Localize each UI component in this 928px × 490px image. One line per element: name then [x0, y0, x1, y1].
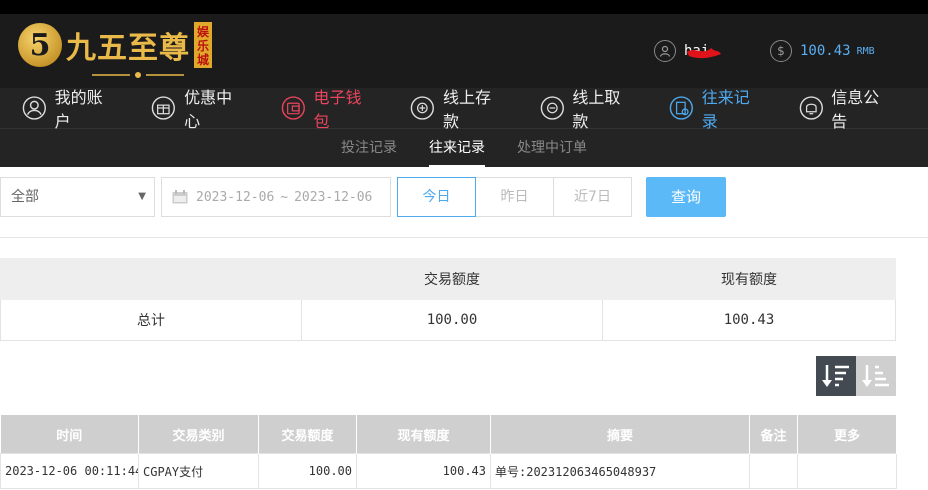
site-header: 5 九五至尊 娱 乐 城 hai $ 100.43 RMB [0, 14, 928, 88]
balance-currency: RMB [856, 45, 875, 57]
cell-balance: 100.43 [356, 453, 491, 489]
sort-descending-button[interactable] [816, 356, 856, 396]
summary-header-amount: 交易额度 [301, 258, 603, 300]
date-start: 2023-12-06 [196, 189, 275, 205]
range-yesterday-button[interactable]: 昨日 [475, 177, 554, 217]
table-row: 2023-12-06 00:11:44 CGPAY支付 100.00 100.4… [0, 453, 897, 489]
col-amount: 交易额度 [258, 415, 357, 454]
cell-note [749, 453, 798, 489]
tab-transaction-records[interactable]: 往来记录 [429, 129, 485, 167]
logo-emblem: 5 [18, 23, 62, 67]
range-7days-button[interactable]: 近7日 [553, 177, 632, 217]
cell-summary: 单号:202312063465048937 [490, 453, 750, 489]
nav-label: 往来记录 [701, 88, 750, 131]
tab-bet-records[interactable]: 投注记录 [341, 129, 397, 167]
dollar-icon: $ [770, 40, 792, 62]
cell-amount: 100.00 [258, 453, 357, 489]
sub-nav: 投注记录 往来记录 处理中订单 [0, 129, 928, 167]
range-today-button[interactable]: 今日 [397, 177, 476, 217]
sort-ascending-button[interactable] [856, 356, 896, 396]
site-logo[interactable]: 5 九五至尊 娱 乐 城 [18, 22, 212, 68]
calendar-icon [172, 190, 188, 204]
main-nav: 我的账户 优惠中心 电子钱包 线上存款 线上取款 往来记录 信息公告 [0, 88, 928, 131]
nav-promotions[interactable]: 优惠中心 [151, 84, 244, 132]
cell-type: CGPAY支付 [138, 453, 259, 489]
nav-label: 我的账户 [54, 88, 103, 131]
user-icon [22, 96, 46, 120]
nav-transaction-records[interactable]: 往来记录 [669, 84, 762, 132]
nav-my-account[interactable]: 我的账户 [22, 84, 115, 132]
cell-more[interactable] [797, 453, 897, 489]
redaction-scribble [687, 48, 722, 59]
sort-controls [816, 356, 896, 396]
nav-announcements[interactable]: 信息公告 [799, 84, 892, 132]
nav-label: 优惠中心 [184, 88, 233, 131]
caret-down-icon: ▼ [138, 191, 146, 202]
gift-icon [152, 96, 176, 120]
top-strip [0, 0, 928, 14]
nav-online-deposit[interactable]: 线上存款 [410, 84, 503, 132]
date-separator: ~ [280, 189, 289, 205]
col-balance: 现有额度 [356, 415, 491, 454]
nav-online-withdraw[interactable]: 线上取款 [540, 84, 633, 132]
summary-header-row: 交易额度 现有额度 [0, 258, 896, 300]
cell-time: 2023-12-06 00:11:44 [0, 453, 139, 489]
logo-badge: 娱 乐 城 [194, 22, 212, 68]
records-icon [669, 96, 694, 120]
quick-range-group: 今日 昨日 近7日 [397, 177, 632, 217]
deposit-icon [410, 96, 435, 120]
summary-header-blank [0, 258, 302, 300]
nav-e-wallet[interactable]: 电子钱包 [281, 84, 374, 132]
logo-name: 九五至尊 [66, 31, 190, 66]
date-range-input[interactable]: 2023-12-06 ~ 2023-12-06 [161, 177, 391, 217]
logo-ornament [92, 72, 184, 78]
filter-bar: 全部 ▼ 2023-12-06 ~ 2023-12-06 今日 昨日 近7日 查… [0, 167, 928, 238]
col-time: 时间 [0, 415, 139, 454]
col-more: 更多 [797, 415, 897, 454]
col-type: 交易类别 [138, 415, 259, 454]
bell-icon [799, 96, 823, 120]
nav-label: 线上取款 [572, 88, 621, 131]
user-info[interactable]: hai [654, 40, 749, 62]
col-note: 备注 [749, 415, 798, 454]
summary-total-row: 总计 100.00 100.43 [0, 299, 896, 341]
tab-pending-orders[interactable]: 处理中订单 [517, 129, 587, 167]
balance-value: 100.43 [800, 43, 851, 59]
summary-table: 交易额度 现有额度 总计 100.00 100.43 [0, 258, 896, 341]
sort-asc-icon [862, 365, 889, 387]
query-button[interactable]: 查询 [646, 177, 726, 217]
date-end: 2023-12-06 [294, 189, 373, 205]
nav-label: 信息公告 [831, 88, 880, 131]
col-summary: 摘要 [490, 415, 750, 454]
wallet-icon [281, 96, 305, 120]
sort-desc-icon [822, 365, 849, 387]
user-avatar-icon [654, 40, 676, 62]
summary-total-amount: 100.00 [301, 299, 603, 341]
records-table: 时间 交易类别 交易额度 现有额度 摘要 备注 更多 2023-12-06 00… [0, 415, 897, 489]
type-select-value: 全部 [11, 189, 39, 205]
summary-total-label: 总计 [0, 299, 302, 341]
summary-header-balance: 现有额度 [602, 258, 896, 300]
withdraw-icon [540, 96, 564, 120]
summary-total-balance: 100.43 [602, 299, 896, 341]
records-header-row: 时间 交易类别 交易额度 现有额度 摘要 备注 更多 [0, 415, 897, 454]
type-select[interactable]: 全部 ▼ [0, 177, 155, 217]
balance-info: $ 100.43 RMB [770, 40, 875, 62]
nav-label: 电子钱包 [313, 88, 362, 131]
nav-label: 线上存款 [442, 88, 491, 131]
